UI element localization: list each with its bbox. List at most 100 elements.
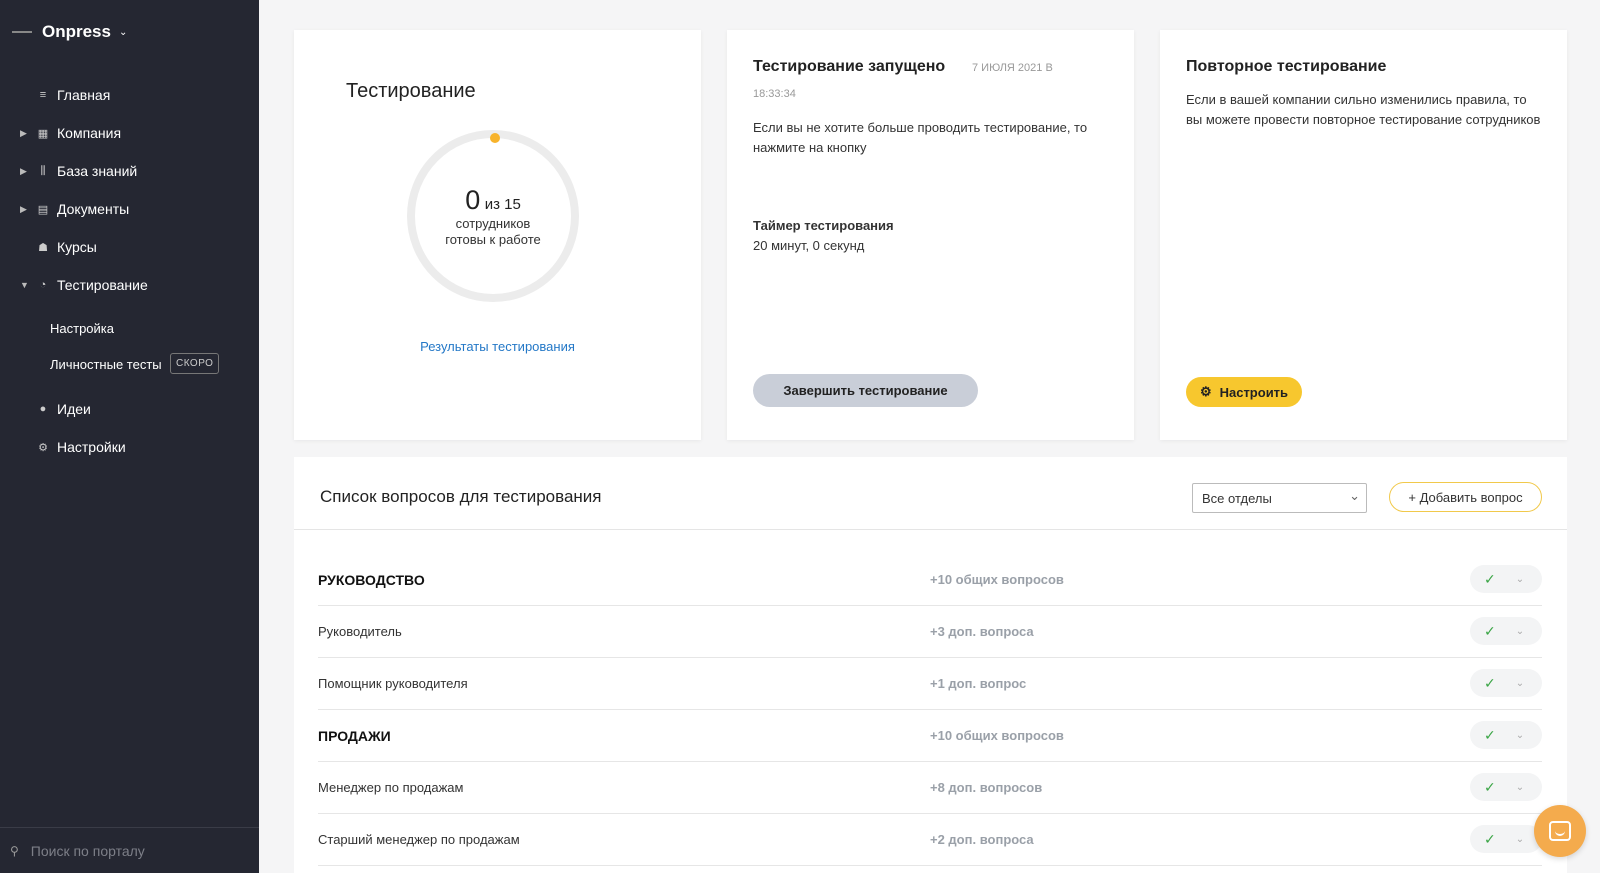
ready-subtitle-line1: сотрудников (455, 216, 531, 231)
chevron-down-icon: ⌄ (1349, 488, 1360, 503)
add-question-button[interactable]: + Добавить вопрос (1389, 482, 1542, 512)
row-toggle[interactable]: ✓ ⌄ (1470, 721, 1542, 749)
sidebar-item-label: Главная (57, 87, 111, 103)
chevron-down-icon: ⌄ (118, 26, 128, 38)
sidebar-item-label: Документы (57, 201, 130, 217)
sidebar-item-testing[interactable]: ▼ ◔ Тестирование (0, 266, 259, 304)
finish-testing-button[interactable]: Завершить тестирование (753, 374, 978, 407)
row-question-count: +3 доп. вопроса (930, 624, 1034, 639)
chevron-down-icon[interactable]: ⌄ (1516, 626, 1524, 637)
row-question-count: +1 доп. вопрос (930, 676, 1027, 691)
check-icon: ✓ (1484, 830, 1496, 847)
sidebar-item-label: Тестирование (57, 277, 148, 293)
check-icon: ✓ (1484, 674, 1496, 691)
question-role-row: Руководитель +3 доп. вопроса ✓ ⌄ (318, 606, 1542, 658)
sidebar-subitem-setup[interactable]: Настройка (0, 310, 259, 346)
gear-icon: ⚙ (38, 441, 48, 454)
sidebar-item-home[interactable]: ≡ Главная (0, 76, 259, 114)
sidebar-subitem-label: Личностные тесты (50, 356, 162, 372)
caret-down-icon[interactable]: ▼ (20, 280, 29, 290)
row-question-count: +10 общих вопросов (930, 728, 1064, 743)
chevron-down-icon[interactable]: ⌄ (1516, 574, 1524, 585)
sidebar-item-label: База знаний (57, 163, 138, 179)
search-icon: ⚲ (10, 843, 19, 858)
ready-count: 0 (465, 185, 481, 215)
support-chat-button[interactable] (1534, 805, 1586, 857)
soon-badge: СКОРО (170, 353, 220, 374)
brand-name: Onpress (42, 22, 111, 41)
total-count: из 15 (484, 196, 521, 213)
sidebar-item-knowledge-base[interactable]: ▶ ⫼ База знаний (0, 152, 259, 190)
sidebar-subitem-personality-tests[interactable]: Личностные тесты СКОРО (0, 346, 259, 382)
setup-retest-label: Настроить (1219, 384, 1289, 400)
start-date: 7 ИЮЛЯ 2021 В (972, 62, 1053, 74)
row-toggle[interactable]: ✓ ⌄ (1470, 825, 1542, 853)
questions-panel: Список вопросов для тестирования Все отд… (294, 457, 1567, 873)
sidebar-item-label: Настройки (57, 439, 126, 455)
row-name: РУКОВОДСТВО (318, 572, 425, 588)
row-name: Руководитель (318, 624, 402, 639)
card-title: Повторное тестирование (1186, 58, 1387, 75)
testing-summary-card: Тестирование 0 из 15 сотрудников готовы … (294, 30, 701, 440)
chevron-down-icon[interactable]: ⌄ (1516, 834, 1524, 845)
sidebar-item-label: Идеи (57, 401, 91, 417)
sidebar-item-settings[interactable]: ⚙ Настройки (0, 428, 259, 466)
question-role-row: Менеджер по продажам +8 доп. вопросов ✓ … (318, 762, 1542, 814)
lightbulb-icon: ● (39, 403, 47, 415)
check-icon: ✓ (1484, 778, 1496, 795)
chat-icon (1549, 821, 1571, 841)
caret-right-icon[interactable]: ▶ (20, 166, 27, 177)
testing-running-card: Тестирование запущено 7 ИЮЛЯ 2021 В 18:3… (727, 30, 1134, 440)
brand-logo (12, 31, 32, 33)
card-title: Тестирование запущено (753, 58, 946, 75)
row-toggle[interactable]: ✓ ⌄ (1470, 773, 1542, 801)
row-toggle[interactable]: ✓ ⌄ (1470, 617, 1542, 645)
check-icon: ✓ (1484, 570, 1496, 587)
sidebar-nav: ≡ Главная ▶ ▦ Компания ▶ ⫼ База знаний ▶… (0, 76, 259, 466)
sidebar: Onpress ⌄ ≡ Главная ▶ ▦ Компания ▶ ⫼ Баз… (0, 0, 259, 873)
check-circle-icon: ◔ (39, 279, 47, 291)
row-toggle[interactable]: ✓ ⌄ (1470, 669, 1542, 697)
chevron-down-icon[interactable]: ⌄ (1516, 730, 1524, 741)
check-icon: ✓ (1484, 622, 1496, 639)
department-select-value: Все отделы (1202, 490, 1272, 506)
sidebar-item-courses[interactable]: ☗ Курсы (0, 228, 259, 266)
row-toggle[interactable]: ✓ ⌄ (1470, 565, 1542, 593)
panel-title: Список вопросов для тестирования (320, 487, 602, 506)
chevron-down-icon[interactable]: ⌄ (1516, 782, 1524, 793)
retest-card: Повторное тестирование Если в вашей комп… (1160, 30, 1567, 440)
divider (294, 529, 1567, 530)
row-question-count: +8 доп. вопросов (930, 780, 1043, 795)
sidebar-item-documents[interactable]: ▶ ▤ Документы (0, 190, 259, 228)
row-name: Помощник руководителя (318, 676, 468, 691)
chevron-down-icon[interactable]: ⌄ (1516, 678, 1524, 689)
sidebar-item-company[interactable]: ▶ ▦ Компания (0, 114, 259, 152)
row-question-count: +10 общих вопросов (930, 572, 1064, 587)
caret-right-icon[interactable]: ▶ (20, 204, 27, 215)
progress-ring-marker (490, 133, 500, 143)
setup-retest-button[interactable]: ⚙ Настроить (1186, 377, 1302, 407)
question-list: РУКОВОДСТВО +10 общих вопросов ✓ ⌄ Руков… (318, 554, 1542, 866)
brand-switcher[interactable]: Onpress ⌄ (12, 22, 127, 42)
graduation-cap-icon: ☗ (38, 241, 48, 254)
portal-search-input[interactable] (30, 842, 231, 859)
portal-search: ⚲ (0, 827, 259, 873)
ready-subtitle-line2: готовы к работе (445, 232, 541, 247)
building-icon: ▦ (37, 127, 49, 140)
sidebar-item-ideas[interactable]: ● Идеи (0, 390, 259, 428)
document-icon: ▤ (37, 203, 49, 216)
gear-icon: ⚙ (1199, 384, 1212, 399)
card-description: Если вы не хотите больше проводить тести… (753, 120, 1088, 155)
sidebar-subitem-label: Настройка (50, 320, 114, 336)
sidebar-item-label: Курсы (57, 239, 97, 255)
caret-right-icon[interactable]: ▶ (20, 128, 27, 139)
sidebar-item-label: Компания (57, 125, 122, 141)
question-group-row: ПРОДАЖИ +10 общих вопросов ✓ ⌄ (318, 710, 1542, 762)
question-role-row: Старший менеджер по продажам +2 доп. воп… (318, 814, 1542, 866)
check-icon: ✓ (1484, 726, 1496, 743)
card-description: Если в вашей компании сильно изменились … (1186, 92, 1541, 127)
department-select[interactable]: Все отделы ⌄ (1192, 483, 1367, 513)
card-title: Тестирование (346, 80, 476, 102)
timer-value: 20 минут, 0 секунд (753, 238, 865, 253)
testing-results-link[interactable]: Результаты тестирования (294, 339, 701, 354)
